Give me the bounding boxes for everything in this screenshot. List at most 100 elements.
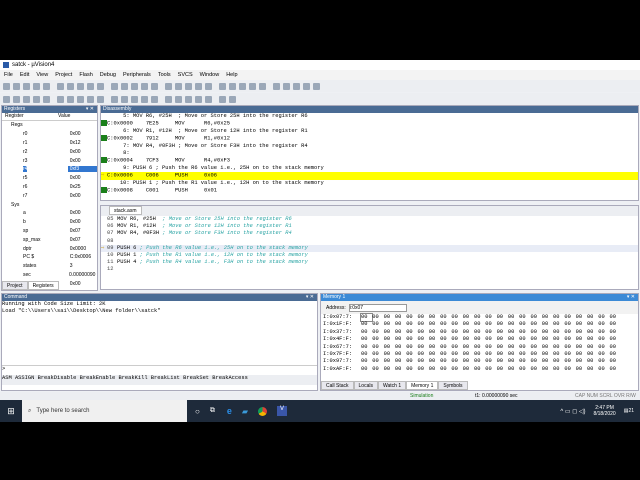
toolbar-button-icon[interactable] [97, 95, 104, 103]
memory-cell[interactable]: 00 [372, 351, 383, 358]
toolbar-button-icon[interactable] [43, 82, 50, 90]
memory-cell[interactable]: 00 [553, 336, 564, 343]
clock[interactable]: 2:47 PM 8/18/2020 [593, 405, 615, 417]
memory-cell[interactable]: 00 [429, 314, 440, 321]
toolbar-button-icon[interactable] [131, 82, 138, 90]
memory-cell[interactable]: 00 [429, 344, 440, 351]
register-row[interactable]: r7 0x00 [5, 191, 97, 200]
memory-cell[interactable]: 00 [519, 336, 530, 343]
memory-cell[interactable]: 00 [598, 336, 609, 343]
menu-debug[interactable]: Debug [100, 72, 116, 78]
memory-cell[interactable]: 00 [384, 344, 395, 351]
memory-cell[interactable]: 00 [361, 321, 372, 328]
toolbar-button-icon[interactable] [57, 82, 64, 90]
memory-cell[interactable]: 00 [564, 314, 575, 321]
memory-cell[interactable]: 00 [406, 344, 417, 351]
editor-line[interactable]: 11 PUSH 4 ; Push the R4 value i.e., F3H o… [101, 259, 638, 266]
toolbar-button-icon[interactable] [175, 95, 182, 103]
memory-cell[interactable]: 00 [384, 351, 395, 358]
memory-cell[interactable]: 00 [406, 358, 417, 365]
memory-cell[interactable]: 00 [451, 358, 462, 365]
memory-cell[interactable]: 00 [598, 329, 609, 336]
memory-cell[interactable]: 00 [384, 321, 395, 328]
tab-locals[interactable]: Locals [353, 381, 378, 390]
menu-file[interactable]: File [4, 72, 13, 78]
memory-cell[interactable]: 00 [417, 314, 428, 321]
memory-cell[interactable]: 00 [429, 329, 440, 336]
disassembly-line[interactable]: 9: PUSH 6 ; Push the R6 value i.e., 25H … [101, 165, 638, 172]
address-input[interactable] [348, 303, 407, 312]
memory-cell[interactable]: 00 [474, 351, 485, 358]
toolbar-button-icon[interactable] [313, 82, 320, 90]
toolbar-button-icon[interactable] [97, 82, 104, 90]
toolbar-button-icon[interactable] [205, 82, 212, 90]
memory-cell[interactable]: 00 [610, 344, 621, 351]
memory-cell[interactable]: 00 [610, 358, 621, 365]
tab-call-stack[interactable]: Call Stack [321, 381, 354, 390]
windows-start-icon[interactable]: ⊞ [0, 406, 22, 417]
memory-cell[interactable]: 00 [463, 314, 474, 321]
menu-edit[interactable]: Edit [20, 72, 29, 78]
menu-peripherals[interactable]: Peripherals [123, 72, 151, 78]
memory-cell[interactable]: 00 [576, 366, 587, 373]
memory-cell[interactable]: 00 [519, 344, 530, 351]
toolbar-button-icon[interactable] [3, 82, 10, 90]
memory-cell[interactable]: 00 [553, 358, 564, 365]
memory-cell[interactable]: 00 [587, 366, 598, 373]
disassembly-line[interactable]: 5: MOV R6, #25H ; Move or Store 25H into… [101, 113, 638, 120]
memory-cell[interactable]: 00 [451, 329, 462, 336]
memory-cell[interactable]: 00 [576, 344, 587, 351]
memory-cell[interactable]: 00 [440, 329, 451, 336]
memory-cell[interactable]: 00 [451, 336, 462, 343]
memory-cell[interactable]: 00 [576, 336, 587, 343]
editor-line[interactable]: ⇨ 09 PUSH 6 ; Push the R6 value i.e., 25H … [101, 244, 638, 253]
memory-cell[interactable]: 00 [598, 351, 609, 358]
memory-cell[interactable]: 00 [564, 336, 575, 343]
memory-cell[interactable]: 00 [417, 351, 428, 358]
disassembly-line[interactable]: 6: MOV R1, #12H ; Move or Store 12H into… [101, 128, 638, 135]
register-row[interactable]: r2 0x00 [5, 147, 97, 156]
memory-cell[interactable]: 00 [497, 321, 508, 328]
memory-cell[interactable]: 00 [610, 366, 621, 373]
memory-cell[interactable]: 00 [542, 366, 553, 373]
toolbar-button-icon[interactable] [259, 82, 266, 90]
memory-cell[interactable]: 00 [417, 321, 428, 328]
disassembly-line[interactable]: C:0x0000 7E25 MOV R6,#0x25 [101, 120, 638, 128]
memory-cell[interactable]: 00 [542, 329, 553, 336]
editor-line[interactable]: 05 MOV R6, #25H ; Move or Store 25H into … [101, 216, 638, 223]
chrome-icon[interactable] [258, 406, 268, 416]
tab-symbols[interactable]: Symbols [438, 381, 468, 390]
tab-memory-1[interactable]: Memory 1 [406, 381, 439, 390]
memory-cell[interactable]: 00 [587, 358, 598, 365]
disassembly-line[interactable]: 10: PUSH 1 ; Push the R1 value i.e., 12H… [101, 180, 638, 187]
memory-cell[interactable]: 00 [463, 344, 474, 351]
memory-cell[interactable]: 00 [564, 351, 575, 358]
memory-cell[interactable]: 00 [451, 321, 462, 328]
memory-cell[interactable]: 00 [417, 366, 428, 373]
memory-cell[interactable]: 00 [395, 314, 406, 321]
memory-cell[interactable]: 00 [384, 366, 395, 373]
memory-cell[interactable]: 00 [530, 351, 541, 358]
close-icon[interactable]: ▾ ✕ [86, 106, 94, 113]
memory-cell[interactable]: 00 [406, 314, 417, 321]
disassembly-line[interactable]: C:0x0002 7912 MOV R1,#0x12 [101, 135, 638, 143]
memory-cell[interactable]: 00 [553, 314, 564, 321]
toolbar-button-icon[interactable] [141, 95, 148, 103]
memory-cell[interactable]: 00 [587, 314, 598, 321]
memory-cell[interactable]: 00 [463, 321, 474, 328]
memory-cell[interactable]: 00 [542, 358, 553, 365]
register-row[interactable]: sec 0.00000090 [5, 271, 97, 280]
toolbar-button-icon[interactable] [87, 95, 94, 103]
memory-cell[interactable]: 00 [429, 366, 440, 373]
tray-icons[interactable]: ^ ▭ ◻ ◁) [560, 408, 585, 415]
toolbar-button-icon[interactable] [121, 82, 128, 90]
memory-cell[interactable]: 00 [417, 336, 428, 343]
toolbar-button-icon[interactable] [229, 82, 236, 90]
register-row[interactable]: r0 0x00 [5, 130, 97, 139]
memory-cell[interactable]: 00 [395, 336, 406, 343]
memory-cell[interactable]: 00 [440, 358, 451, 365]
memory-cell[interactable]: 00 [508, 314, 519, 321]
register-group-regs[interactable]: Regs [5, 121, 97, 130]
register-row[interactable]: r4 0xf3 [5, 165, 97, 174]
memory-cell[interactable]: 00 [485, 329, 496, 336]
